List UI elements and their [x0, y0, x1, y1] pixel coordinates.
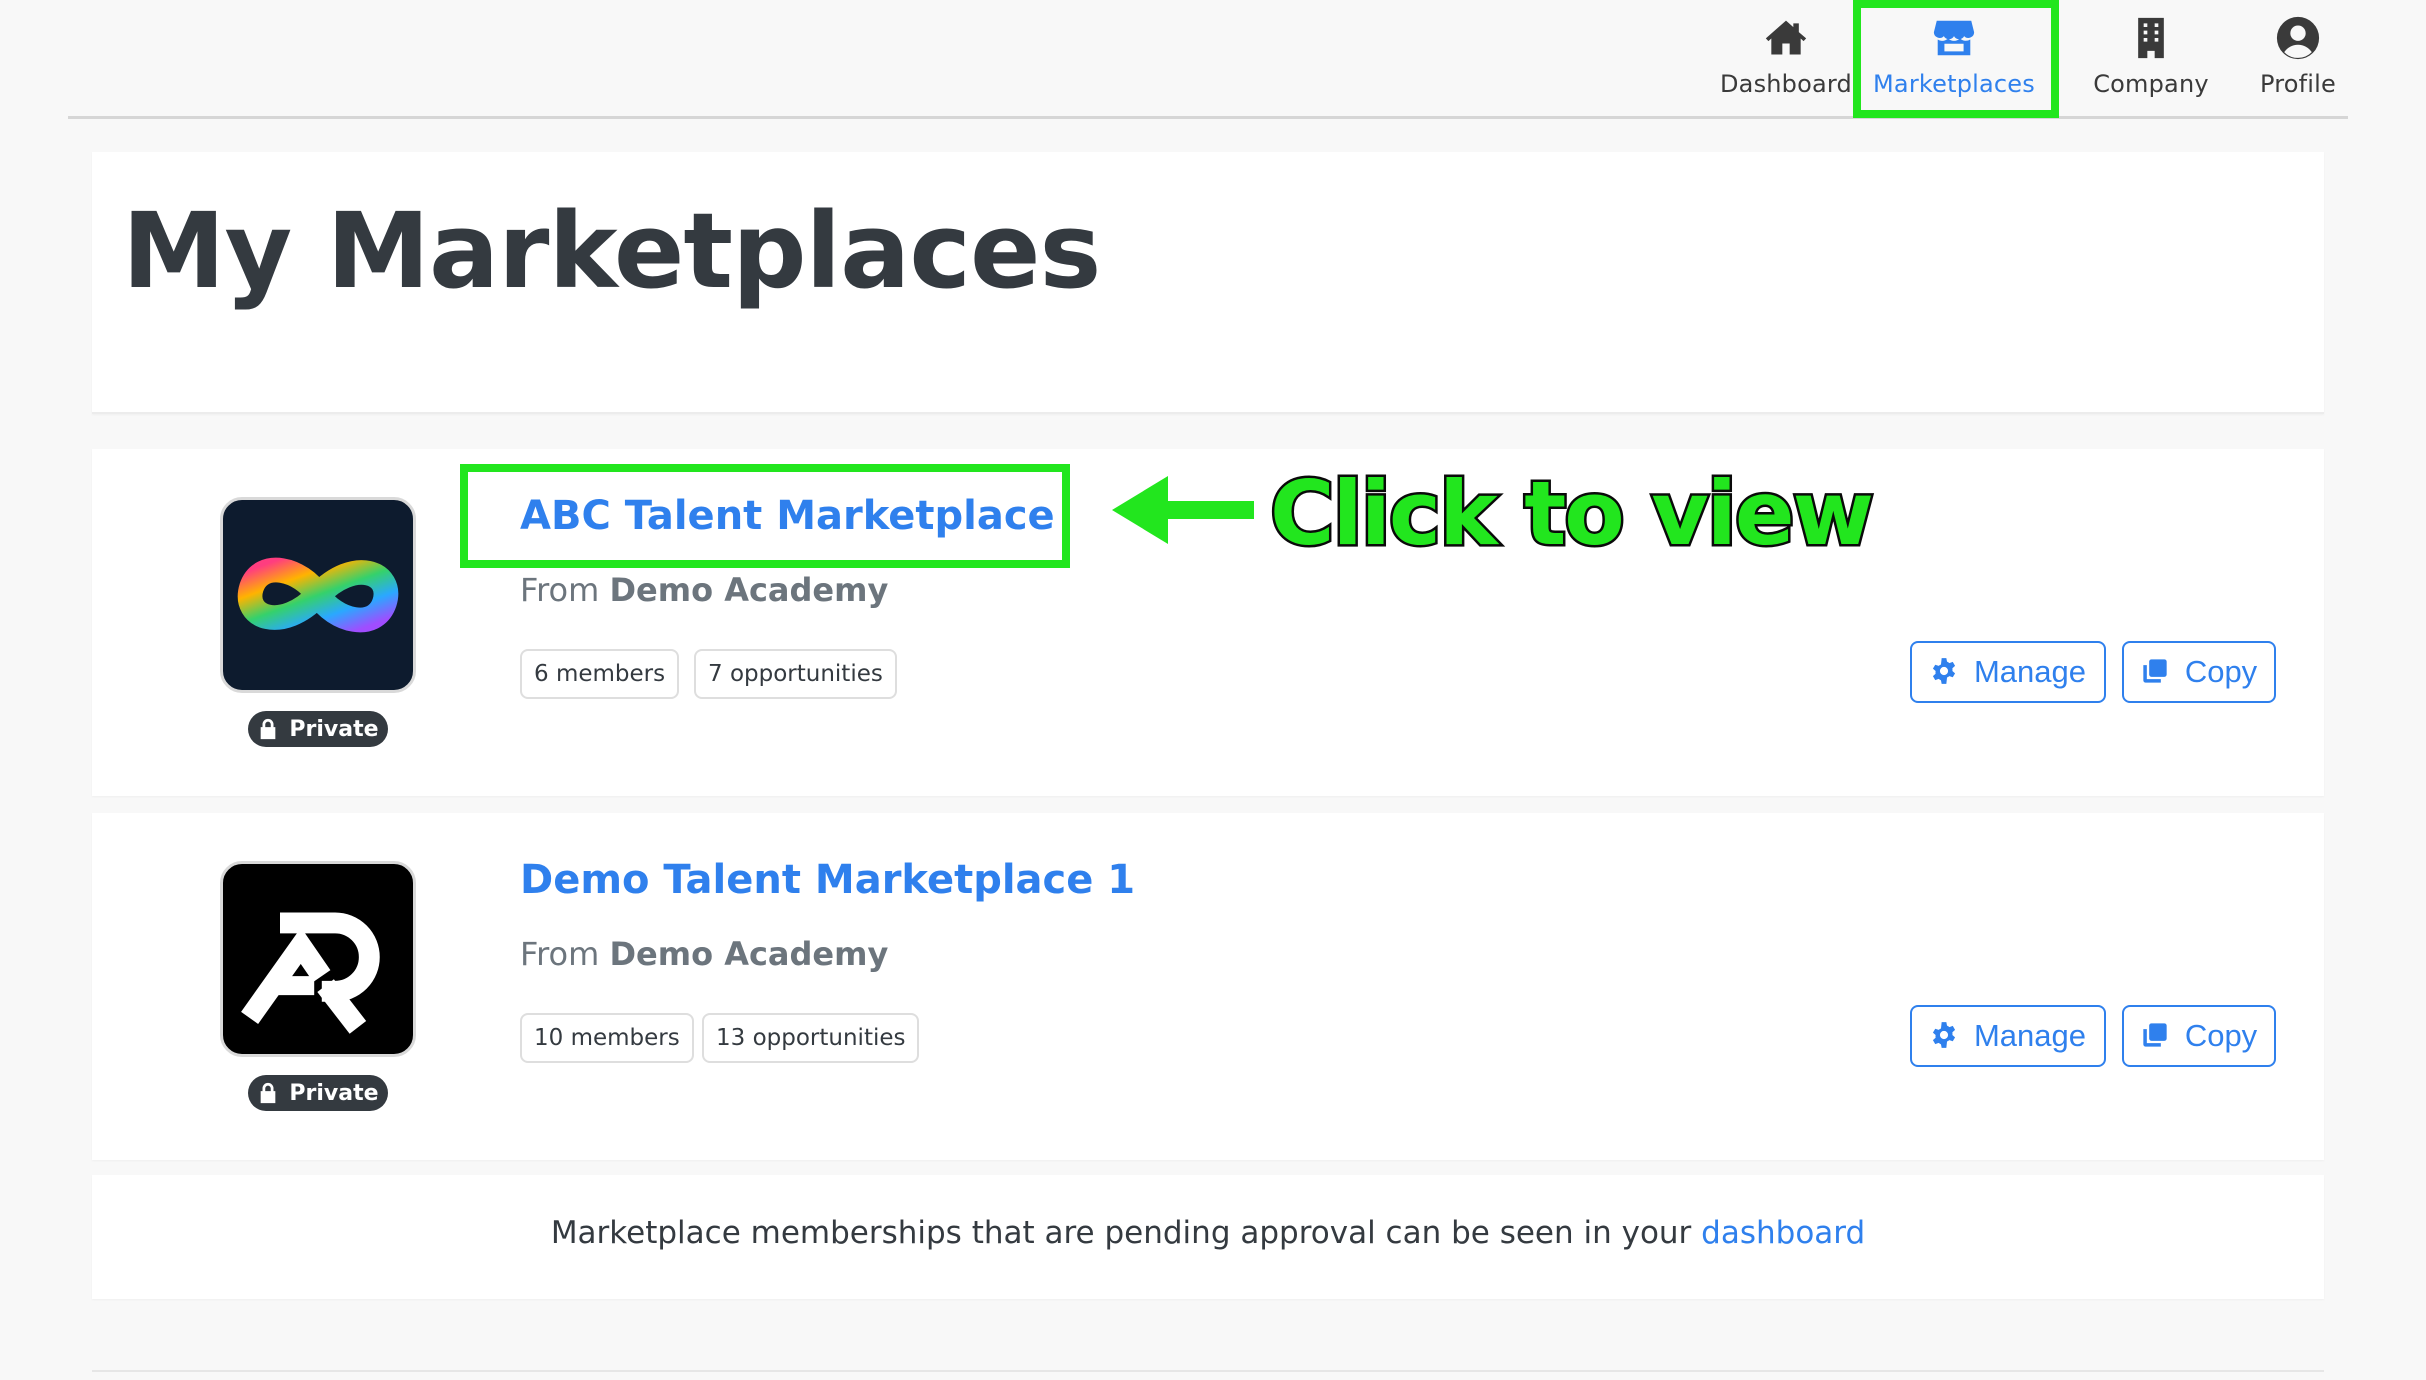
nav-profile-label: Profile	[2259, 70, 2337, 98]
gear-icon	[1930, 657, 1960, 687]
ar-logo[interactable]	[220, 861, 416, 1057]
marketplace-owner: From Demo Academy	[520, 935, 888, 973]
copy-button[interactable]: Copy	[2122, 641, 2276, 703]
lock-icon	[257, 717, 279, 741]
opportunities-count: 7 opportunities	[694, 649, 897, 699]
owner-name: Demo Academy	[609, 935, 889, 973]
members-count: 10 members	[520, 1013, 694, 1063]
marketplace-name-link[interactable]: Demo Talent Marketplace 1	[520, 857, 1135, 903]
dashboard-link[interactable]: dashboard	[1701, 1215, 1865, 1251]
manage-button-label: Manage	[1973, 654, 2087, 689]
from-prefix: From	[520, 571, 600, 609]
copy-icon	[2141, 657, 2171, 687]
nav-marketplaces[interactable]: Marketplaces	[1856, 0, 2052, 116]
nav-dashboard-label: Dashboard	[1719, 70, 1852, 98]
pending-note: Marketplace memberships that are pending…	[92, 1215, 2324, 1251]
user-circle-icon	[2272, 14, 2324, 62]
private-label: Private	[289, 716, 379, 742]
annotation-arrow-icon	[1112, 476, 1254, 544]
page-title: My Marketplaces	[122, 190, 1101, 312]
private-badge: Private	[248, 711, 388, 747]
lock-icon	[257, 1081, 279, 1105]
manage-button[interactable]: Manage	[1910, 641, 2106, 703]
manage-button[interactable]: Manage	[1910, 1005, 2106, 1067]
divider	[92, 1370, 2324, 1372]
pending-note-card: Marketplace memberships that are pending…	[92, 1175, 2324, 1299]
app-window: Dashboard Marketplaces Company Profile M…	[0, 0, 2426, 1380]
marketplace-card: Private Demo Talent Marketplace 1 From D…	[92, 813, 2324, 1160]
manage-button-label: Manage	[1973, 1018, 2087, 1053]
copy-icon	[2141, 1021, 2171, 1051]
private-badge: Private	[248, 1075, 388, 1111]
store-icon	[1928, 14, 1980, 62]
members-count: 6 members	[520, 649, 680, 699]
from-prefix: From	[520, 935, 600, 973]
opportunities-count: 13 opportunities	[702, 1013, 920, 1063]
pending-note-text: Marketplace memberships that are pending…	[550, 1215, 1692, 1251]
copy-button[interactable]: Copy	[2122, 1005, 2276, 1067]
top-navigation: Dashboard Marketplaces Company Profile	[68, 0, 2348, 119]
marketplace-name-link[interactable]: ABC Talent Marketplace	[520, 493, 1055, 539]
infinity-logo[interactable]	[220, 497, 416, 693]
building-icon	[2125, 14, 2177, 62]
home-icon	[1760, 14, 1812, 62]
gear-icon	[1930, 1021, 1960, 1051]
private-label: Private	[289, 1080, 379, 1106]
marketplace-owner: From Demo Academy	[520, 571, 888, 609]
nav-profile[interactable]: Profile	[2238, 0, 2358, 116]
nav-company[interactable]: Company	[2066, 0, 2236, 116]
owner-name: Demo Academy	[609, 571, 889, 609]
nav-company-label: Company	[2093, 70, 2209, 98]
title-card: My Marketplaces	[92, 152, 2324, 414]
copy-button-label: Copy	[2184, 1018, 2258, 1053]
nav-marketplaces-label: Marketplaces	[1873, 70, 2035, 98]
annotation-text: Click to view	[1268, 460, 1877, 568]
copy-button-label: Copy	[2184, 654, 2258, 689]
